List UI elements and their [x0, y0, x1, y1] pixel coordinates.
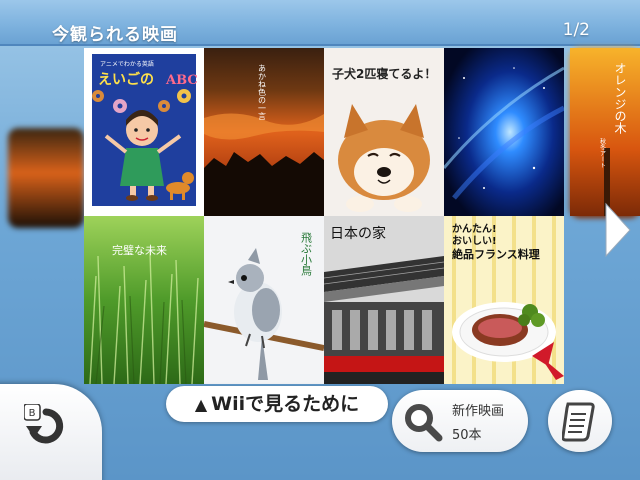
watch-on-wii-banner[interactable]: ▲ Wiiで見るために — [166, 386, 388, 422]
top-bar: 今観られる映画 1/2 — [0, 0, 640, 46]
orange-subtitle: 秋冬アート — [599, 137, 606, 168]
previous-tile-ghost — [8, 128, 84, 228]
french-line3: 絶品フランス料理 — [452, 247, 540, 261]
list-menu-button[interactable] — [548, 390, 612, 452]
back-button[interactable]: B — [0, 384, 102, 480]
movie-tile-eigo-abc[interactable]: アニメでわかる英語 えいごの ABC — [84, 48, 204, 216]
akane-title: あかね色の一言 — [258, 64, 267, 121]
movie-tile-french[interactable]: かんたん! おいしい! 絶品フランス料理 — [444, 216, 564, 384]
french-line1: かんたん! — [452, 223, 497, 235]
space-cover — [444, 48, 564, 216]
movie-tile-house[interactable]: 日本の家 — [324, 216, 444, 384]
orange-tile-edge[interactable]: オレンジの木 秋冬アート — [570, 48, 640, 216]
bird-cover: 飛ぶ小鳥 — [204, 216, 324, 384]
orange-tree-cover: オレンジの木 秋冬アート — [570, 48, 640, 216]
movie-tile-akane[interactable]: あかね色の一言 — [204, 48, 324, 216]
eigo-subtitle: アニメでわかる英語 — [100, 60, 154, 68]
sunset-cover: あかね色の一言 — [204, 48, 324, 216]
grass-cover: 完璧な未来 — [84, 216, 204, 384]
grass-title: 完璧な未来 — [112, 243, 167, 257]
eigo-abc-text: ABC — [165, 73, 198, 88]
house-title: 日本の家 — [330, 225, 386, 242]
movie-tile-puppy[interactable]: 子犬2匹寝てるよ！ — [324, 48, 444, 216]
french-cover: かんたん! おいしい! 絶品フランス料理 — [444, 216, 564, 384]
wii-label: Wiiで見るために — [211, 393, 360, 415]
page-indicator: 1/2 — [562, 20, 590, 40]
movie-tile-space[interactable] — [444, 48, 564, 216]
up-triangle-icon: ▲ — [194, 395, 208, 414]
eigo-abc-cover: アニメでわかる英語 えいごの ABC — [84, 48, 204, 216]
bird-title: 飛ぶ小鳥 — [300, 232, 313, 277]
new-movies-search-button[interactable]: 新作映画 50本 — [392, 390, 528, 452]
movie-tile-grass[interactable]: 完璧な未来 — [84, 216, 204, 384]
puppy-title: 子犬2匹寝てるよ！ — [332, 66, 436, 81]
house-cover: 日本の家 — [324, 216, 444, 384]
orange-title: オレンジの木 — [613, 62, 627, 134]
page-title: 今観られる映画 — [52, 25, 178, 45]
new-movies-count: 50本 — [452, 428, 482, 443]
next-page-arrow-icon[interactable] — [600, 200, 634, 260]
puppy-cover: 子犬2匹寝てるよ！ — [324, 48, 444, 216]
b-key-label: B — [29, 408, 36, 419]
svg-text:えいごの: えいごの — [98, 71, 154, 88]
movie-grid: アニメでわかる英語 えいごの ABC あかね色の一言 子犬2匹寝てるよ！ 完璧な… — [84, 48, 564, 384]
french-line2: おいしい! — [452, 235, 497, 247]
new-movies-label: 新作映画 — [452, 404, 505, 419]
back-arrow-icon: B — [24, 404, 64, 444]
movie-tile-bird[interactable]: 飛ぶ小鳥 — [204, 216, 324, 384]
search-icon — [405, 404, 443, 442]
document-list-icon — [562, 402, 595, 442]
